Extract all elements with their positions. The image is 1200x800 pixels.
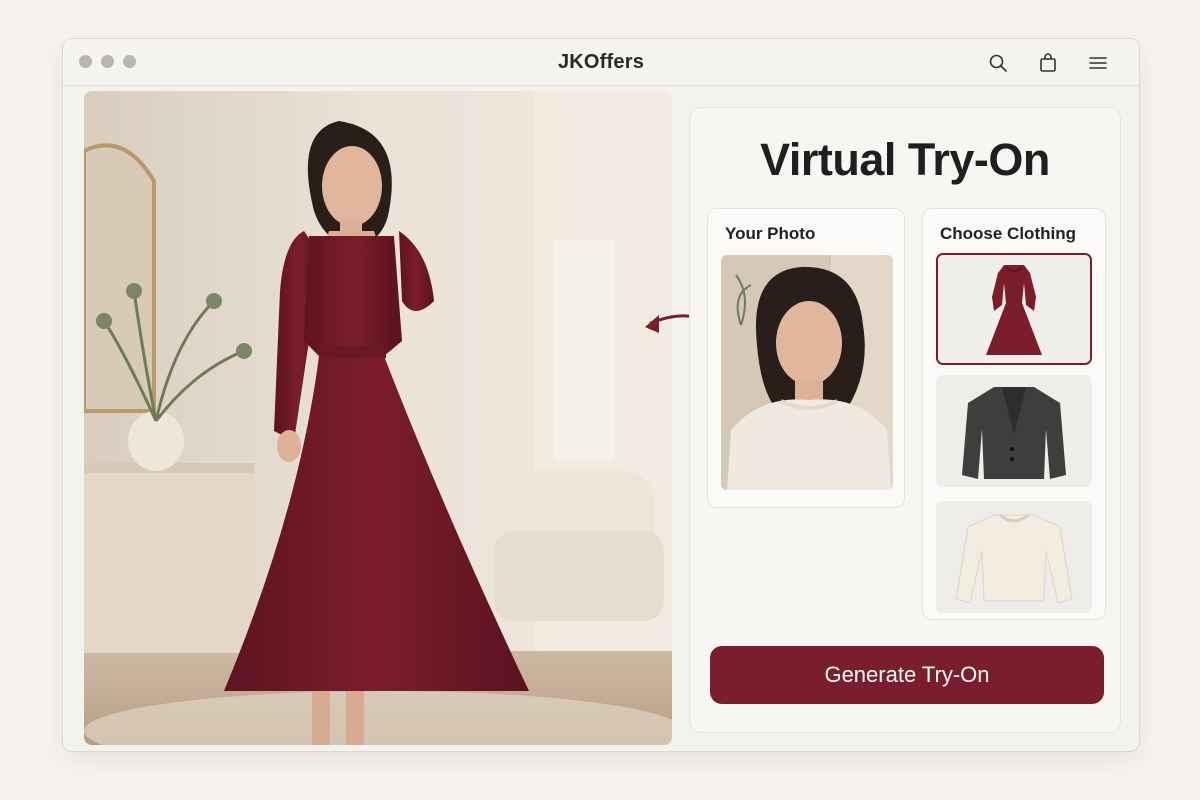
clothing-item-dress[interactable]: [936, 253, 1092, 365]
choose-clothing-label: Choose Clothing: [940, 224, 1076, 243]
your-photo-card: Your Photo: [707, 208, 905, 508]
search-icon[interactable]: [987, 52, 1009, 74]
app-title: JKOffers: [557, 51, 645, 73]
browser-window: JKOffers Virtual Try-On Your Photo Choos…: [62, 38, 1140, 752]
toolbar: [987, 52, 1109, 74]
clothing-item-blazer[interactable]: [936, 375, 1092, 487]
user-photo[interactable]: [721, 255, 893, 490]
menu-icon[interactable]: [1087, 52, 1109, 74]
choose-clothing-card: Choose Clothing: [922, 208, 1106, 620]
title-bar: JKOffers: [63, 39, 1139, 86]
clothing-item-sweater[interactable]: [936, 501, 1092, 613]
your-photo-label: Your Photo: [725, 224, 816, 243]
try-on-result-image: [84, 91, 672, 745]
panel-title: Virtual Try-On: [760, 134, 1050, 185]
shopping-bag-icon[interactable]: [1037, 52, 1059, 74]
generate-try-on-button[interactable]: Generate Try-On: [710, 646, 1104, 704]
try-on-panel: Virtual Try-On Your Photo Choose Clothin…: [689, 107, 1121, 733]
